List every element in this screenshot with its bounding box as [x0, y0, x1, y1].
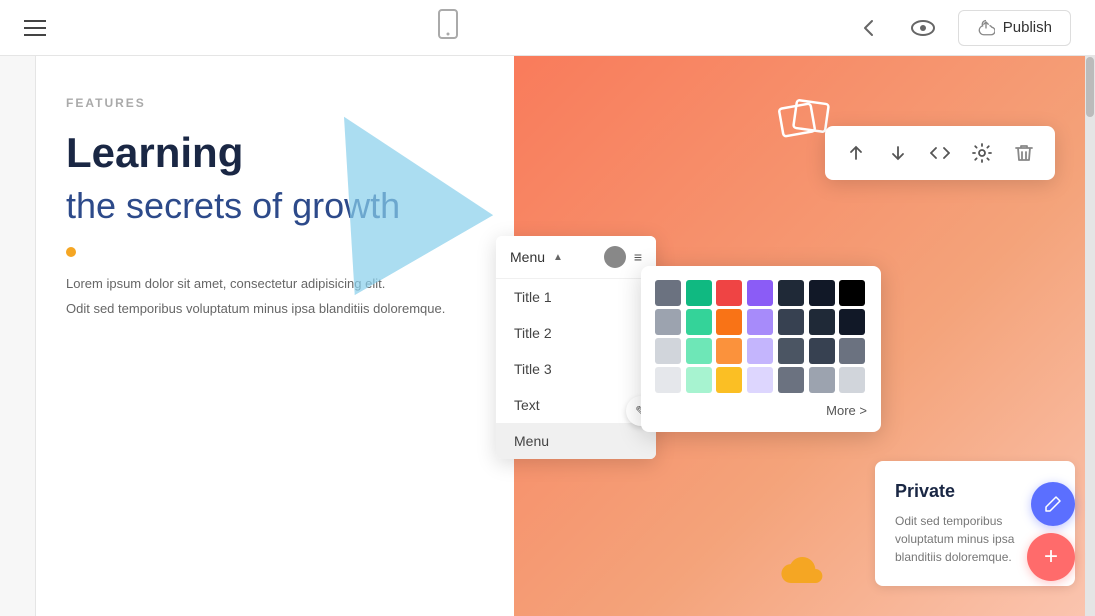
color-swatch[interactable] [778, 309, 804, 335]
color-swatch[interactable] [778, 338, 804, 364]
dropdown-menu: Menu ▲ ≡ Title 1 Title 2 Title 3 Text Me… [496, 236, 656, 459]
preview-button[interactable] [904, 9, 942, 47]
color-swatch[interactable] [778, 280, 804, 306]
menu-color-circle[interactable] [604, 246, 626, 268]
color-swatch[interactable] [747, 280, 773, 306]
publish-label: Publish [1003, 19, 1052, 36]
canvas: FEATURES Learning the secrets of growth … [0, 56, 1095, 616]
page-left-section: FEATURES Learning the secrets of growth … [36, 56, 514, 616]
color-swatch[interactable] [747, 338, 773, 364]
move-up-button[interactable] [837, 134, 875, 172]
settings-button[interactable] [963, 134, 1001, 172]
menu-align-icon[interactable]: ≡ [634, 249, 642, 265]
color-swatch[interactable] [716, 338, 742, 364]
color-swatch[interactable] [839, 338, 865, 364]
more-colors-link[interactable]: More > [655, 403, 867, 418]
menu-chevron-icon: ▲ [553, 252, 563, 263]
color-swatch[interactable] [655, 338, 681, 364]
plus-icon: + [1044, 543, 1058, 571]
color-swatch[interactable] [655, 309, 681, 335]
menu-item-title2[interactable]: Title 2 [496, 315, 656, 351]
mobile-preview-icon[interactable] [436, 9, 460, 46]
color-swatch[interactable] [809, 280, 835, 306]
color-picker-panel: More > [641, 266, 881, 432]
topbar: Publish [0, 0, 1095, 56]
color-swatch[interactable] [778, 367, 804, 393]
fab-add-button[interactable]: + [1027, 533, 1075, 581]
orange-dot [66, 247, 76, 257]
menu-item-title3[interactable]: Title 3 [496, 351, 656, 387]
color-swatch[interactable] [809, 309, 835, 335]
color-swatch[interactable] [686, 309, 712, 335]
color-swatch[interactable] [655, 280, 681, 306]
menu-header: Menu ▲ ≡ [496, 236, 656, 279]
menu-item-title1[interactable]: Title 1 [496, 279, 656, 315]
color-swatch[interactable] [747, 309, 773, 335]
color-swatch[interactable] [655, 367, 681, 393]
color-swatch[interactable] [839, 280, 865, 306]
color-swatch[interactable] [839, 309, 865, 335]
color-swatch[interactable] [686, 338, 712, 364]
cloud-icon [771, 551, 827, 606]
scrollbar[interactable] [1085, 56, 1095, 616]
hamburger-menu-button[interactable] [24, 20, 46, 36]
body-text-2: Odit sed temporibus voluptatum minus ips… [66, 299, 484, 320]
floating-toolbar [825, 126, 1055, 180]
back-button[interactable] [850, 9, 888, 47]
menu-item-menu[interactable]: Menu [496, 423, 656, 459]
delete-button[interactable] [1005, 134, 1043, 172]
color-swatch[interactable] [716, 367, 742, 393]
features-label: FEATURES [66, 96, 484, 110]
body-text-1: Lorem ipsum dolor sit amet, consectetur … [66, 274, 484, 295]
color-swatch[interactable] [716, 280, 742, 306]
color-swatch[interactable] [686, 280, 712, 306]
scrollbar-thumb[interactable] [1086, 57, 1094, 117]
code-button[interactable] [921, 134, 959, 172]
left-sidebar [0, 56, 36, 616]
color-grid [655, 280, 867, 393]
publish-button[interactable]: Publish [958, 10, 1071, 46]
color-swatch[interactable] [747, 367, 773, 393]
color-swatch[interactable] [686, 367, 712, 393]
main-content: FEATURES Learning the secrets of growth … [36, 56, 1095, 616]
color-swatch[interactable] [839, 367, 865, 393]
move-down-button[interactable] [879, 134, 917, 172]
fab-edit-button[interactable] [1031, 482, 1075, 526]
topbar-right: Publish [850, 9, 1071, 47]
topbar-center [436, 9, 460, 46]
topbar-left [24, 20, 46, 36]
color-swatch[interactable] [809, 367, 835, 393]
color-swatch[interactable] [716, 309, 742, 335]
menu-title-label: Menu [510, 249, 545, 265]
color-swatch[interactable] [809, 338, 835, 364]
